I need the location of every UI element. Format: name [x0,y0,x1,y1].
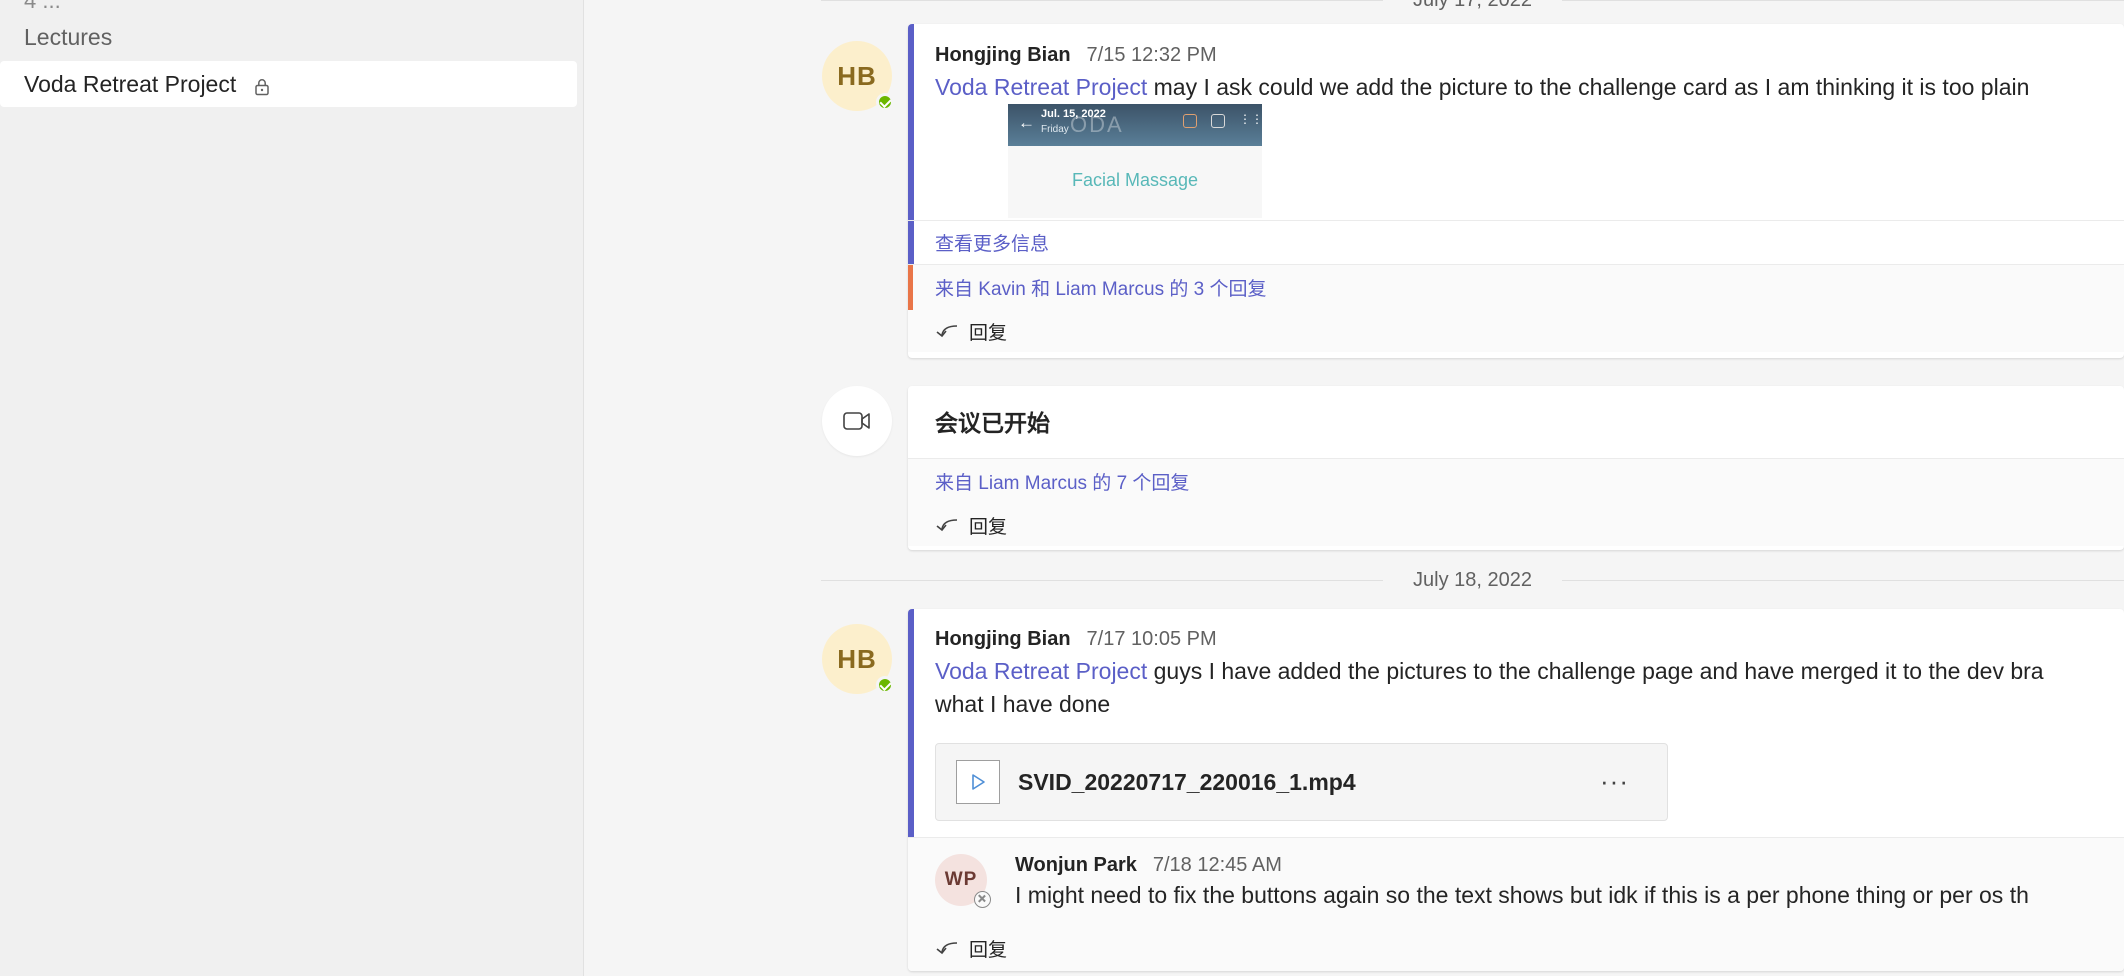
post-accent-bar [908,609,914,837]
play-icon[interactable] [956,760,1000,804]
presence-available-icon [876,93,894,111]
divider-line [821,579,1384,581]
replies-summary-link[interactable]: 来自 Liam Marcus 的 7 个回复 [908,458,2124,504]
avatar-initials: HB [837,60,877,91]
reply-button[interactable]: 回复 [908,504,2124,546]
preview-image[interactable]: ← Jul. 15, 2022 Friday ODA ⋮⋮ Facial Mas… [1008,104,1262,218]
divider-line [1562,579,2124,581]
preview-logo-text: ODA [1070,112,1124,137]
post-card[interactable]: Hongjing Bian 7/17 10:05 PM Voda Retreat… [908,609,2124,971]
preview-header: ← Jul. 15, 2022 Friday ODA ⋮⋮ [1008,104,1262,146]
reply-author[interactable]: Wonjun Park [1015,854,1137,877]
preview-caption: Facial Massage [1071,170,1199,190]
divider-line [821,0,1384,1]
replies-summary-text: 来自 Liam Marcus 的 7 个回复 [935,473,1190,494]
reply-label: 回复 [969,516,1008,538]
reply-button[interactable]: 回复 [908,928,2124,968]
preview-icon [1183,114,1197,128]
see-more-label: 查看更多信息 [935,234,1050,255]
back-arrow-icon: ← [1018,113,1035,132]
post-author[interactable]: Hongjing Bian [935,628,1071,651]
replies-summary-text: 来自 Kavin 和 Liam Marcus 的 3 个回复 [935,279,1267,300]
reply-label: 回复 [969,322,1008,344]
see-more-link[interactable]: 查看更多信息 [908,220,2124,264]
post-timestamp: 7/15 12:32 PM [1086,44,1217,66]
preview-icon [1211,114,1225,128]
date-label: July 17, 2022 [1383,0,1562,12]
message-text: may I ask could we add the picture to th… [1147,74,2030,100]
post-message: Voda Retreat Project may I ask could we … [935,71,2124,104]
sidebar-item-voda-retreat-project[interactable]: Voda Retreat Project [0,61,577,107]
post-message: Voda Retreat Project guys I have added t… [935,655,2124,688]
date-divider: July 17, 2022 [821,0,2124,16]
reply-item: WP Wonjun Park 7/18 12:45 AM I might nee… [908,837,2124,971]
post-card[interactable]: Hongjing Bian 7/15 12:32 PM Voda Retreat… [908,24,2124,358]
preview-day: Friday [1041,124,1069,135]
date-divider: July 18, 2022 [821,564,2124,596]
avatar[interactable]: WP [935,854,991,908]
reply-arrow-icon [936,942,958,955]
avatar-initials: HB [837,643,877,674]
reply-timestamp: 7/18 12:45 AM [1152,854,1282,876]
lock-icon [254,75,270,96]
unread-indicator [908,265,913,310]
meeting-avatar [822,386,892,456]
replies-summary-link[interactable]: 来自 Kavin 和 Liam Marcus 的 3 个回复 [908,264,2124,310]
sidebar-item-partial[interactable]: 4 ... [24,0,61,14]
sidebar-item-label: Voda Retreat Project [24,70,237,97]
sidebar-item-label: Lectures [24,23,113,50]
reply-button[interactable]: 回复 [908,310,2124,352]
video-camera-icon [843,412,870,430]
meeting-title: 会议已开始 [935,410,1050,436]
sidebar-item-lectures[interactable]: Lectures [0,14,577,60]
message-text-line: what I have done [935,691,1111,717]
reply-message: I might need to fix the buttons again so… [1015,882,2029,908]
presence-available-icon [876,676,894,694]
reply-arrow-icon [936,519,958,532]
post-timestamp: 7/17 10:05 PM [1086,628,1217,650]
channel-mention[interactable]: Voda Retreat Project [935,74,1147,100]
message-text: guys I have added the pictures to the ch… [1147,658,2044,684]
channel-sidebar: 4 ... Lectures Voda Retreat Project [0,0,584,976]
divider-line [1562,0,2124,1]
reply-label: 回复 [969,939,1008,961]
avatar[interactable]: HB [822,41,894,111]
channel-feed[interactable]: July 17, 2022 HB Hongjing Bian 7/15 12:3… [585,0,2124,976]
date-label: July 18, 2022 [1413,568,1532,591]
more-options-icon[interactable]: ··· [1600,766,1629,797]
file-name[interactable]: SVID_20220717_220016_1.mp4 [1018,769,1356,796]
meeting-card[interactable]: 会议已开始 来自 Liam Marcus 的 7 个回复 回复 [908,386,2124,550]
avatar-initials: WP [944,869,978,890]
post-author[interactable]: Hongjing Bian [935,44,1071,67]
presence-offline-icon [974,891,991,908]
file-attachment[interactable]: SVID_20220717_220016_1.mp4 ··· [935,743,1668,821]
expand-icon: ⋮⋮ [1239,112,1262,126]
channel-mention[interactable]: Voda Retreat Project [935,658,1147,684]
reply-arrow-icon [936,325,958,338]
avatar[interactable]: HB [822,624,894,694]
